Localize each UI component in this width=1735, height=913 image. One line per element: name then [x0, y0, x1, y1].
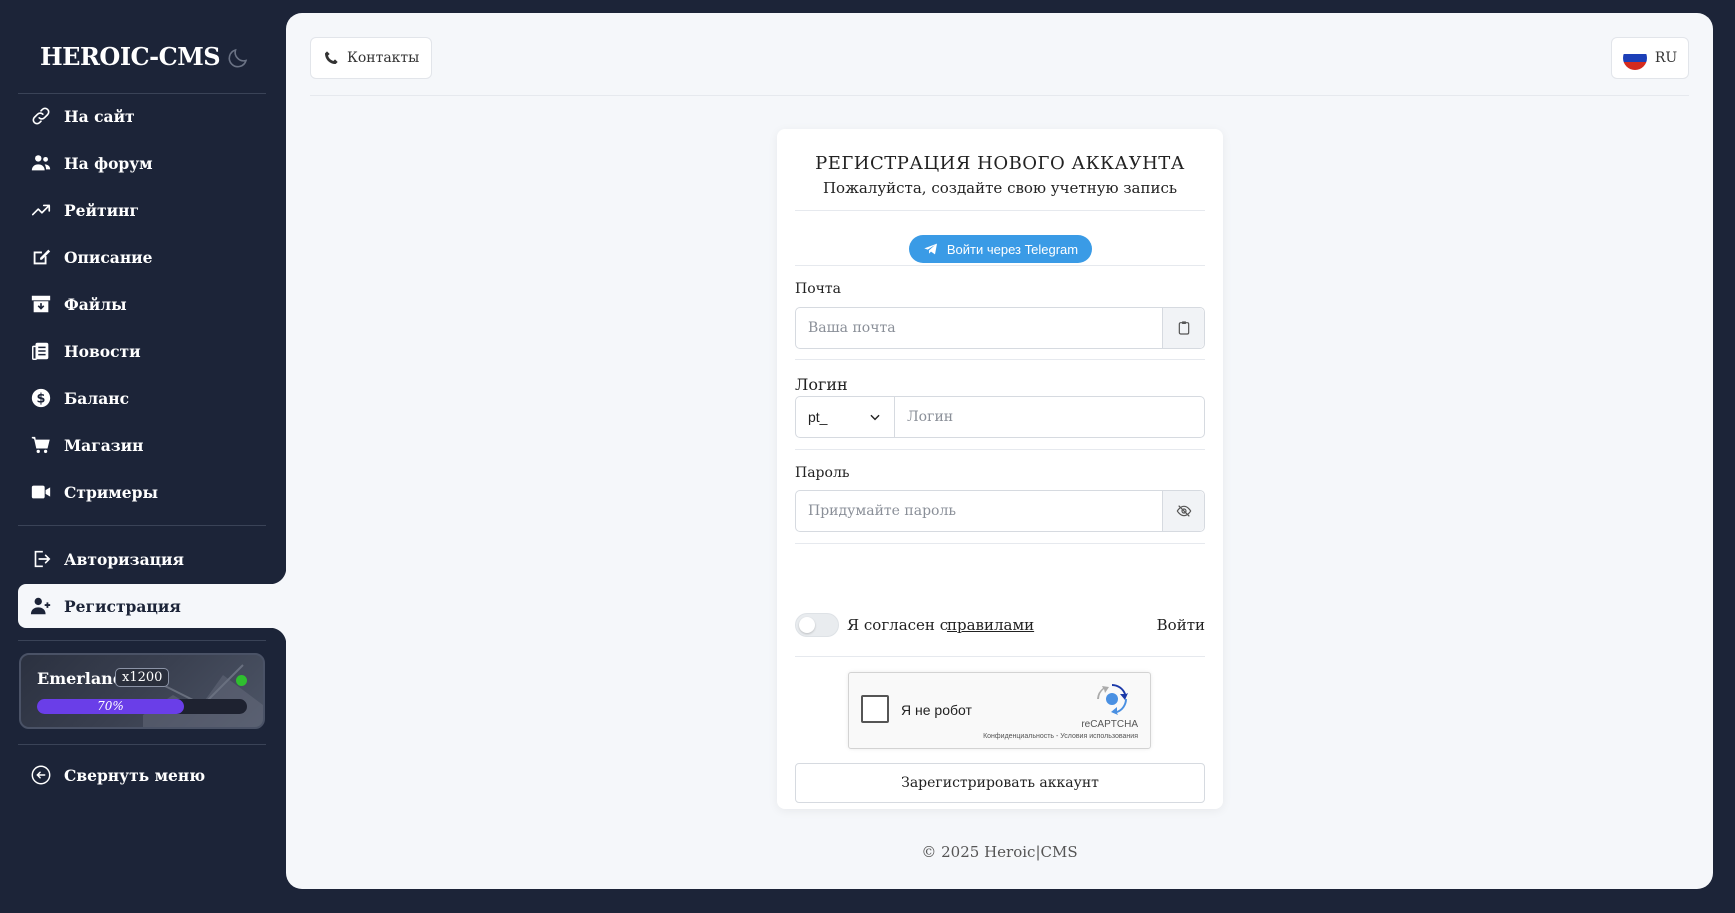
sign-in-icon — [29, 547, 53, 571]
recaptcha-label: Я не робот — [901, 702, 972, 718]
arrow-left-circle-icon — [29, 763, 53, 787]
server-rate-badge: x1200 — [115, 668, 170, 687]
telegram-icon — [924, 243, 937, 255]
sidebar-item-label: На форум — [64, 153, 153, 173]
header-divider — [310, 95, 1689, 96]
eye-slash-icon — [1176, 505, 1191, 517]
sidebar-divider — [18, 744, 266, 745]
dollar-icon: $ — [29, 386, 53, 410]
recaptcha-brand: reCAPTCHA — [1081, 719, 1138, 730]
form-divider — [795, 449, 1205, 450]
sidebar-item-news[interactable]: Новости — [18, 329, 266, 373]
sidebar-item-balance[interactable]: $ Баланс — [18, 376, 266, 420]
chevron-down-icon — [870, 414, 880, 421]
server-card[interactable]: Emerland x1200 70% — [19, 653, 265, 729]
server-name: Emerland — [37, 669, 124, 688]
contacts-button[interactable]: Контакты — [310, 37, 433, 79]
email-input-group: Ваша почта — [795, 307, 1205, 349]
register-button[interactable]: Зарегистрировать аккаунт — [795, 763, 1205, 803]
form-divider — [795, 359, 1205, 360]
login-field[interactable]: Логин — [894, 396, 1205, 438]
login-prefix-value: pt_ — [808, 409, 828, 425]
recaptcha-terms[interactable]: Конфиденциальность - Условия использован… — [983, 733, 1138, 740]
russia-flag-icon — [1622, 46, 1647, 70]
recaptcha-widget: Я не робот reCAPTCHA Конфиденциальность … — [848, 672, 1151, 749]
email-label: Почта — [795, 281, 841, 297]
clipboard-icon — [1178, 321, 1189, 335]
server-load-fill: 70% — [37, 699, 184, 714]
edit-icon — [29, 245, 53, 269]
brand-logo[interactable]: HEROIC-CMS — [40, 42, 221, 71]
main-panel: Контакты RU РЕГИСТРАЦИЯ НОВОГО АККАУНТА … — [286, 13, 1713, 889]
sidebar-item-label: Свернуть меню — [64, 765, 206, 785]
users-icon — [29, 151, 53, 175]
toggle-password-button[interactable] — [1162, 491, 1204, 531]
password-label: Пароль — [795, 465, 850, 481]
password-input-group: Придумайте пароль — [795, 490, 1205, 532]
sidebar-item-rating[interactable]: Рейтинг — [18, 188, 266, 232]
sidebar-item-forum[interactable]: На форум — [18, 141, 266, 185]
form-divider — [795, 656, 1205, 657]
trend-up-icon — [29, 198, 53, 222]
sidebar-item-files[interactable]: Файлы — [18, 282, 266, 326]
sidebar-item-register[interactable]: Регистрация — [18, 568, 286, 644]
language-switcher[interactable]: RU — [1611, 37, 1689, 79]
agree-text: Я согласен с — [847, 616, 949, 634]
sidebar-item-login[interactable]: Авторизация — [18, 537, 266, 581]
sidebar-item-site[interactable]: На сайт — [18, 94, 266, 138]
online-status-dot — [236, 675, 247, 686]
video-icon — [29, 480, 53, 504]
moon-icon[interactable] — [226, 46, 250, 70]
login-link[interactable]: Войти — [1157, 616, 1205, 634]
sidebar-item-label: На сайт — [64, 106, 135, 126]
recaptcha-checkbox[interactable] — [861, 695, 889, 723]
password-field[interactable]: Придумайте пароль — [796, 491, 1162, 531]
form-divider — [795, 265, 1205, 266]
rules-link[interactable]: правилами — [947, 616, 1034, 634]
language-label: RU — [1654, 50, 1678, 66]
server-artwork — [143, 664, 263, 727]
cart-icon — [29, 433, 53, 457]
sidebar-item-label: Авторизация — [64, 549, 185, 569]
recaptcha-logo-icon — [1097, 684, 1128, 715]
telegram-login-button[interactable]: Войти через Telegram — [909, 235, 1092, 263]
newspaper-icon — [29, 339, 53, 363]
link-icon — [29, 104, 53, 128]
sidebar-item-label: Файлы — [64, 294, 127, 314]
agree-toggle[interactable] — [795, 613, 839, 637]
sidebar-item-label: Рейтинг — [64, 200, 139, 220]
phone-icon — [325, 51, 338, 64]
sidebar-item-label: Описание — [64, 247, 153, 267]
email-field[interactable]: Ваша почта — [796, 308, 1162, 348]
form-subtitle: Пожалуйста, создайте свою учетную запись — [822, 179, 1178, 197]
sidebar-item-description[interactable]: Описание — [18, 235, 266, 279]
server-load-bar: 70% — [37, 699, 247, 714]
sidebar-item-streamers[interactable]: Стримеры — [18, 470, 266, 514]
sidebar-item-label: Магазин — [64, 435, 144, 455]
clipboard-button[interactable] — [1162, 308, 1204, 348]
user-plus-icon — [29, 594, 53, 618]
registration-card: РЕГИСТРАЦИЯ НОВОГО АККАУНТА Пожалуйста, … — [777, 129, 1223, 809]
form-divider — [795, 210, 1205, 211]
sidebar: HEROIC-CMS На сайт На форум Рейтинг Опис… — [0, 0, 286, 913]
form-title: РЕГИСТРАЦИЯ НОВОГО АККАУНТА — [815, 153, 1185, 174]
collapse-menu-button[interactable]: Свернуть меню — [18, 753, 266, 797]
footer-copyright: © 2025 Heroic|CMS — [921, 843, 1078, 861]
login-prefix-select[interactable]: pt_ — [795, 396, 895, 438]
sidebar-item-label: Регистрация — [64, 596, 181, 616]
telegram-label: Войти через Telegram — [946, 241, 1079, 257]
contacts-label: Контакты — [347, 50, 420, 66]
sidebar-divider — [18, 525, 266, 526]
archive-icon — [29, 292, 53, 316]
svg-text:$: $ — [37, 392, 46, 407]
login-label: Логин — [795, 375, 848, 394]
sidebar-item-label: Стримеры — [64, 482, 158, 502]
sidebar-item-shop[interactable]: Магазин — [18, 423, 266, 467]
form-divider — [795, 543, 1205, 544]
sidebar-item-label: Новости — [64, 341, 141, 361]
sidebar-item-label: Баланс — [64, 388, 130, 408]
brand-row: HEROIC-CMS — [40, 42, 265, 74]
sidebar-divider — [18, 640, 266, 641]
